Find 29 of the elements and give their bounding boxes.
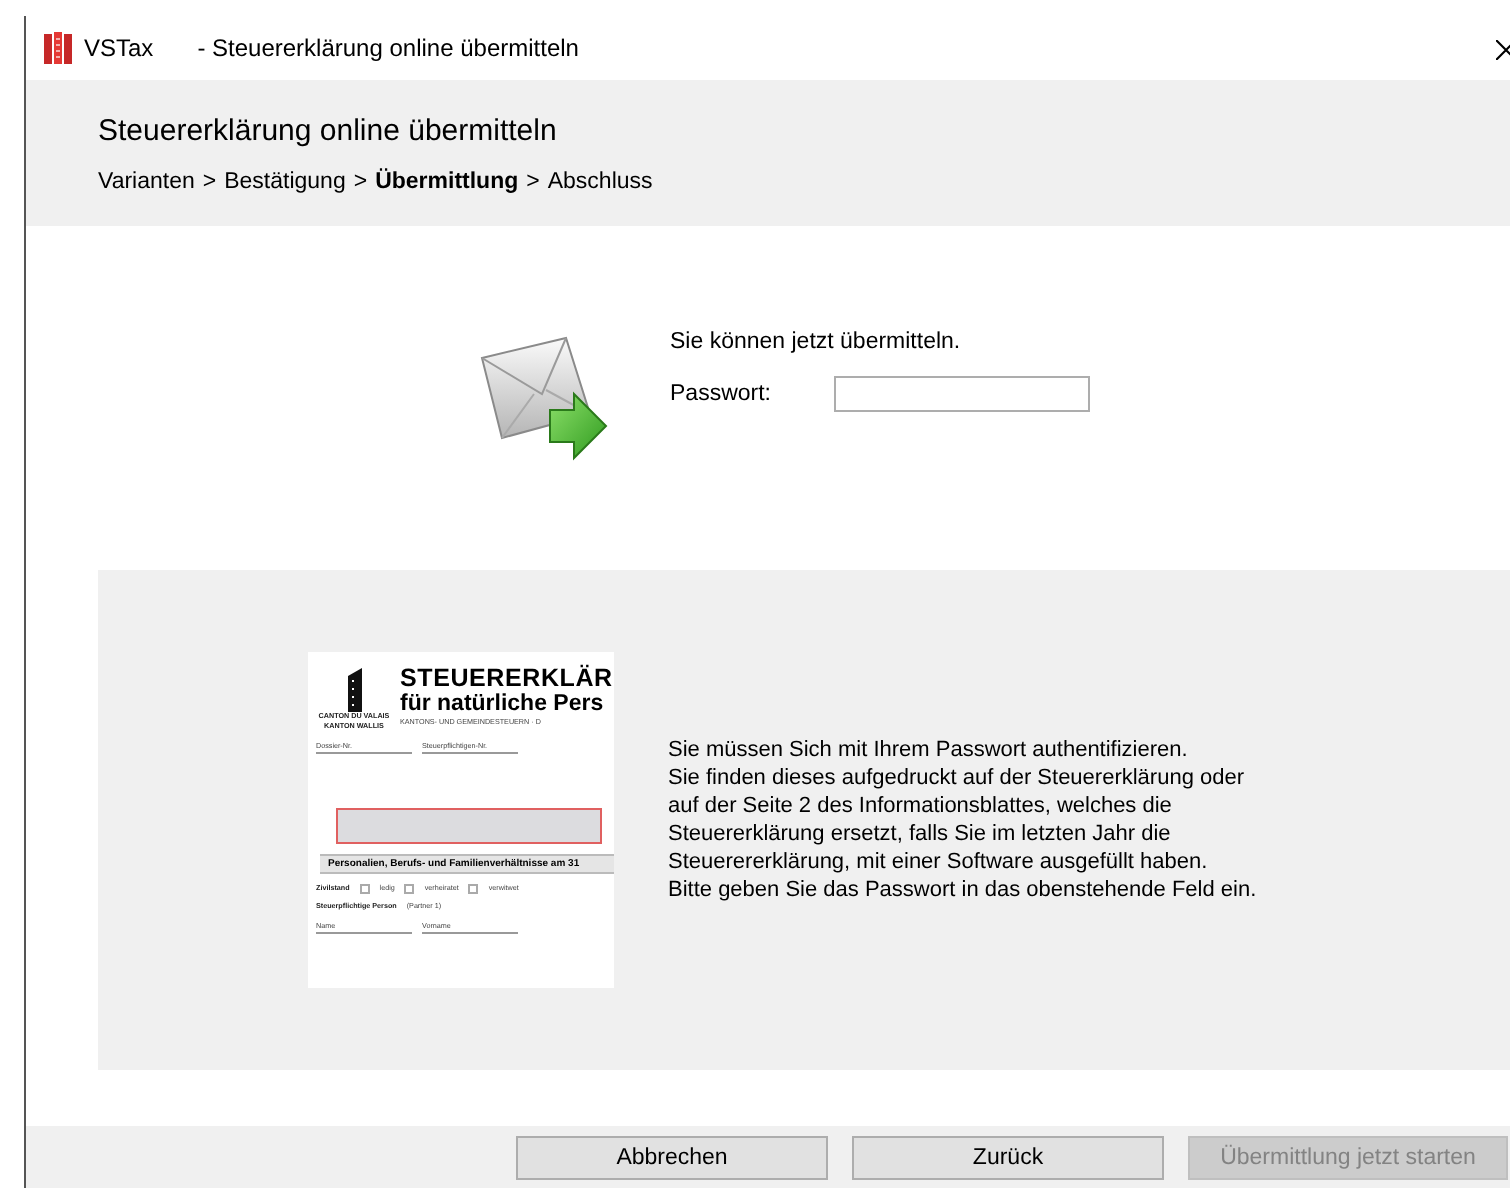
info-text-line: auf der Seite 2 des Informationsblattes, welches die: [668, 792, 1174, 820]
info-text-line: Sie finden dieses aufgedruckt auf der Steuererklärung oder: [668, 764, 1247, 792]
checkbox-icon: [359, 884, 370, 894]
breadcrumb-step: Varianten: [98, 170, 195, 194]
breadcrumb-step: Übermittlung: [375, 170, 519, 194]
info-text-line: Steuererklärung ersetzt, falls Sie im letzten Jahr die: [668, 820, 1173, 848]
dialog-button[interactable]: Abbrechen: [516, 1135, 828, 1179]
close-icon[interactable]: [1496, 38, 1510, 58]
app-logo-icon: [44, 32, 72, 64]
form-heading: STEUERERKLÄR: [400, 664, 613, 692]
checkbox-icon: [404, 884, 415, 894]
form-subheading: für natürliche Pers: [400, 692, 606, 718]
info-text-line: Sie müssen Sich mit Ihrem Passwort authentifizieren.: [668, 736, 1190, 764]
info-text-line: Steuerererklärung, mit einer Software ausgefüllt haben.: [668, 848, 1210, 876]
page-title: Steuererklärung online übermitteln: [98, 114, 559, 148]
dialog-button[interactable]: Zurück: [852, 1135, 1164, 1179]
password-field[interactable]: [834, 376, 1090, 412]
info-text-line: Bitte geben Sie das Passwort in das obenstehende Feld ein.: [668, 876, 1257, 904]
breadcrumb-step: Abschluss: [547, 170, 653, 194]
password-label: Passwort:: [670, 382, 773, 406]
window-title: - Steuererklärung online übermitteln: [197, 34, 581, 62]
breadcrumb-separator: >: [353, 170, 368, 194]
checkbox-icon: [468, 884, 479, 894]
status-message: Sie können jetzt übermitteln.: [670, 330, 963, 354]
breadcrumb-step: Bestätigung: [224, 170, 346, 194]
app-name: VSTax: [84, 34, 154, 62]
breadcrumb-separator: >: [202, 170, 217, 194]
breadcrumb-separator: >: [526, 170, 540, 194]
building-icon: [344, 668, 364, 712]
